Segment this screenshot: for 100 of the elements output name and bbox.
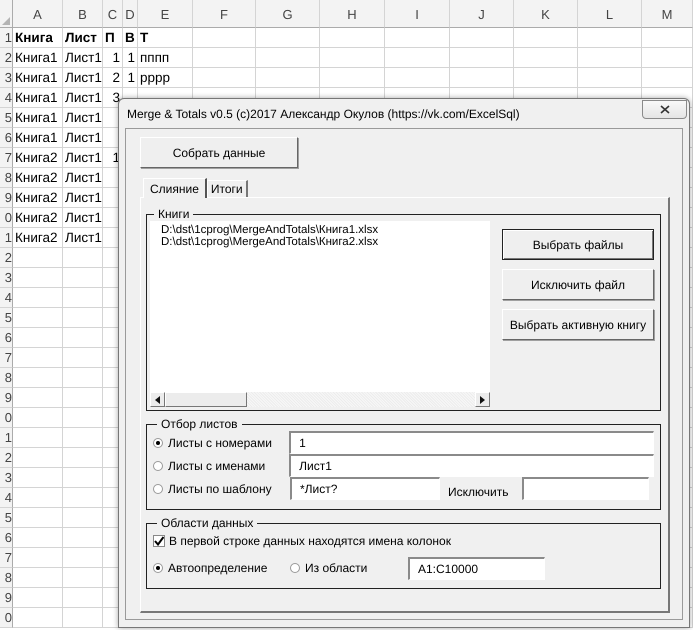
- row-number[interactable]: 5: [0, 508, 13, 528]
- column-header[interactable]: G: [256, 0, 320, 28]
- grid-cell: [385, 48, 450, 68]
- row-number[interactable]: 3: [0, 68, 13, 88]
- row-number[interactable]: 8: [0, 168, 13, 188]
- radio-button[interactable]: [153, 438, 163, 448]
- grid-cell: [13, 448, 63, 468]
- option-label: Листы с номерами: [168, 436, 272, 450]
- grid-cell: [450, 48, 514, 68]
- row-number[interactable]: 0: [0, 408, 13, 428]
- grid-cell: [13, 608, 63, 628]
- group-title: Отбор листов: [160, 417, 238, 431]
- checkmark-icon: [154, 536, 164, 546]
- close-icon: [660, 104, 670, 114]
- table-cell: 2: [103, 68, 123, 88]
- row-number[interactable]: 3: [0, 468, 13, 488]
- column-header[interactable]: I: [385, 0, 450, 28]
- row-number[interactable]: 4: [0, 488, 13, 508]
- table-cell: Лист1: [63, 88, 103, 108]
- column-header[interactable]: F: [193, 0, 256, 28]
- row-number[interactable]: 1: [0, 28, 13, 48]
- grid-cell: [450, 28, 514, 48]
- table-cell: Лист1: [63, 208, 103, 228]
- grid-cell: [13, 308, 63, 328]
- scroll-thumb[interactable]: [165, 392, 247, 407]
- row-number[interactable]: 2: [0, 48, 13, 68]
- column-header[interactable]: M: [642, 0, 693, 28]
- row-number[interactable]: 6: [0, 328, 13, 348]
- radio-button[interactable]: [153, 460, 163, 470]
- row-number[interactable]: 9: [0, 388, 13, 408]
- row-number[interactable]: 3: [0, 268, 13, 288]
- row-number[interactable]: 7: [0, 348, 13, 368]
- row-number[interactable]: 2: [0, 448, 13, 468]
- row-number[interactable]: 0: [0, 208, 13, 228]
- table-cell: В: [123, 28, 138, 48]
- option-label: Из области: [305, 561, 368, 575]
- row-number[interactable]: 1: [0, 428, 13, 448]
- tab[interactable]: Слияние: [143, 178, 207, 198]
- table-cell: Т: [138, 28, 193, 48]
- table-cell: Лист1: [63, 188, 103, 208]
- text-field[interactable]: 1: [289, 431, 654, 454]
- grid-cell: [13, 528, 63, 548]
- column-header[interactable]: H: [320, 0, 385, 28]
- table-cell: рррр: [138, 68, 193, 88]
- row-number[interactable]: 5: [0, 308, 13, 328]
- row-number[interactable]: 7: [0, 548, 13, 568]
- column-header[interactable]: A: [13, 0, 63, 28]
- row-number[interactable]: 9: [0, 188, 13, 208]
- list-item[interactable]: D:\dst\1cprog\MergeAndTotals\Книга2.xlsx: [161, 236, 490, 248]
- table-cell: Книга1: [13, 68, 63, 88]
- collect-data-button[interactable]: Собрать данные: [140, 137, 298, 168]
- column-header[interactable]: D: [123, 0, 138, 28]
- row-number[interactable]: 9: [0, 588, 13, 608]
- row-number[interactable]: 8: [0, 368, 13, 388]
- action-button[interactable]: Выбрать активную книгу: [502, 309, 654, 340]
- row-number[interactable]: 6: [0, 528, 13, 548]
- row-number[interactable]: 4: [0, 288, 13, 308]
- radio-button[interactable]: [153, 563, 163, 573]
- row-number[interactable]: 5: [0, 108, 13, 128]
- horizontal-scrollbar[interactable]: [150, 392, 490, 407]
- grid-cell: [193, 28, 256, 48]
- row-number[interactable]: 1: [0, 228, 13, 248]
- column-header[interactable]: B: [63, 0, 103, 28]
- row-number[interactable]: 0: [0, 608, 13, 628]
- option-label: Автоопределение: [168, 561, 268, 575]
- column-header[interactable]: K: [514, 0, 578, 28]
- table-cell: Книга2: [13, 148, 63, 168]
- table-cell: П: [103, 28, 123, 48]
- grid-cell: [514, 28, 578, 48]
- radio-button[interactable]: [290, 563, 300, 573]
- text-field[interactable]: A1:C10000: [408, 556, 545, 580]
- row-number[interactable]: 8: [0, 568, 13, 588]
- row-number[interactable]: 6: [0, 128, 13, 148]
- column-header[interactable]: L: [578, 0, 642, 28]
- action-button[interactable]: Выбрать файлы: [502, 229, 654, 260]
- checkbox[interactable]: [153, 535, 165, 547]
- table-cell: Лист1: [63, 148, 103, 168]
- left-arrow-icon: [155, 396, 160, 404]
- table-cell: Лист1: [63, 108, 103, 128]
- table-cell: пппп: [138, 48, 193, 68]
- column-header[interactable]: C: [103, 0, 123, 28]
- close-button[interactable]: [642, 100, 687, 118]
- column-header[interactable]: J: [450, 0, 514, 28]
- tab[interactable]: Итоги: [206, 180, 248, 197]
- grid-cell: [13, 248, 63, 268]
- grid-cell: [514, 48, 578, 68]
- list-item[interactable]: D:\dst\1cprog\MergeAndTotals\Книга1.xlsx: [161, 224, 490, 236]
- table-cell: Книга2: [13, 188, 63, 208]
- column-header[interactable]: E: [138, 0, 193, 28]
- grid-cell: [13, 408, 63, 428]
- text-field[interactable]: [522, 477, 649, 500]
- grid-cell: [13, 348, 63, 368]
- text-field[interactable]: *Лист?: [290, 477, 440, 500]
- text-field[interactable]: Лист1: [289, 454, 654, 477]
- radio-button[interactable]: [153, 484, 163, 494]
- row-number[interactable]: 7: [0, 148, 13, 168]
- row-number[interactable]: 2: [0, 248, 13, 268]
- row-number[interactable]: 4: [0, 88, 13, 108]
- action-button[interactable]: Исключить файл: [502, 269, 654, 300]
- grid-cell: [320, 28, 385, 48]
